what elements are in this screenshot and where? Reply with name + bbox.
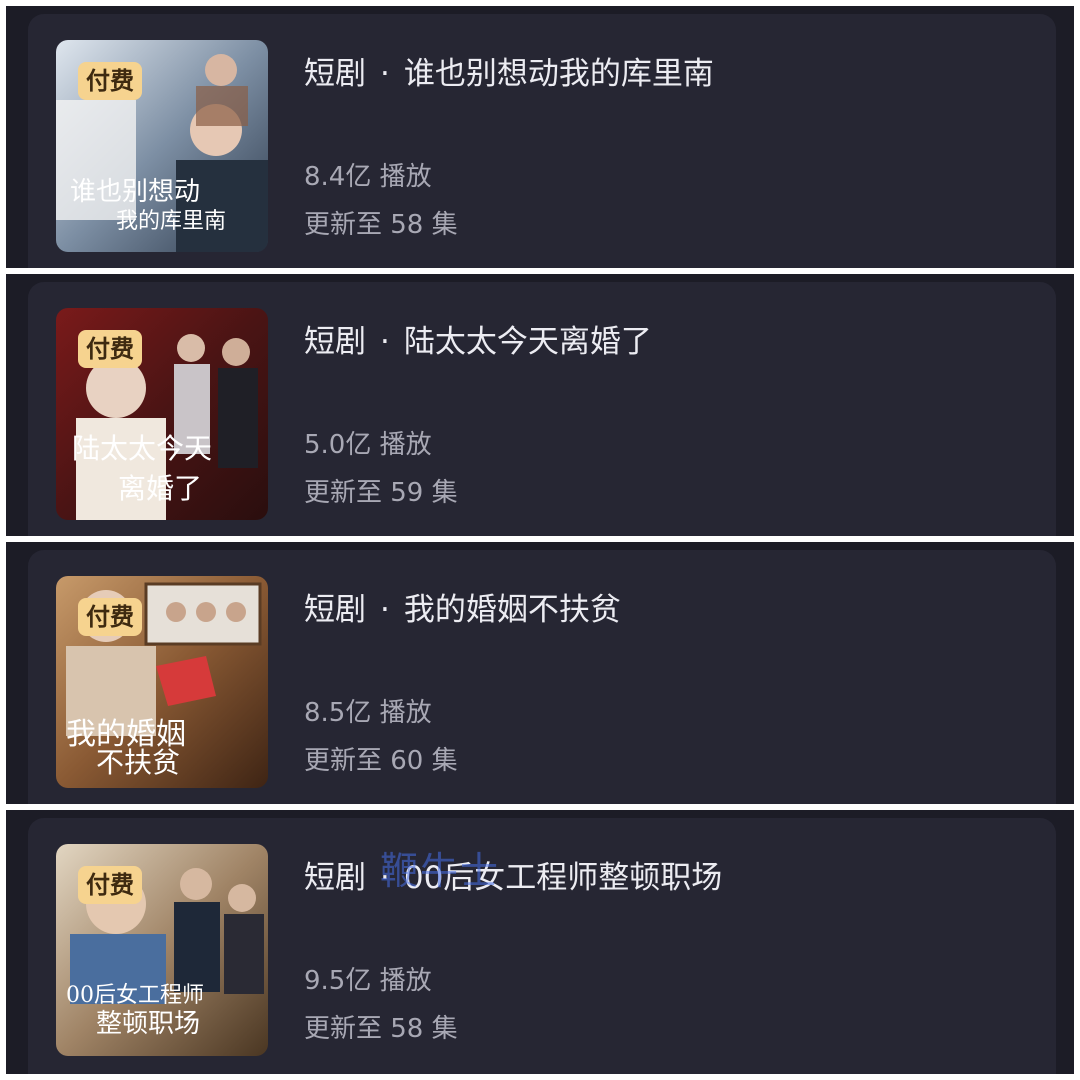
episode-count: 更新至 60 集	[304, 746, 458, 776]
episode-count: 更新至 58 集	[304, 210, 458, 240]
separator-dot: ·	[380, 56, 390, 92]
category-label: 短剧	[304, 56, 366, 92]
drama-poster-1[interactable]: 谁也别想动 我的库里南 付费	[56, 40, 268, 252]
episode-count: 更新至 59 集	[304, 478, 458, 508]
separator-dot: ·	[380, 324, 390, 360]
poster-title-line2: 不扶贫	[96, 746, 180, 779]
drama-panel-4: 00后女工程师 整顿职场 付费 短剧 · 00后女工程师整顿职场 9.5亿 播放 更…	[6, 810, 1074, 1074]
play-count: 8.5亿 播放	[304, 698, 432, 728]
poster-title-line2: 整顿职场	[96, 1009, 200, 1039]
episode-count: 更新至 58 集	[304, 1014, 458, 1044]
drama-panel-2: 陆太太今天 离婚了 付费 短剧 · 陆太太今天离婚了 5.0亿 播放 更新至 59 …	[6, 274, 1074, 536]
poster-title-line1: 00后女工程师	[66, 983, 204, 1008]
paid-badge: 付费	[78, 330, 142, 368]
title-text: 陆太太今天离婚了	[403, 324, 652, 360]
paid-badge: 付费	[78, 598, 142, 636]
poster-title-line1: 陆太太今天	[72, 432, 212, 465]
drama-card-3[interactable]: 我的婚姻 不扶贫 付费 短剧 · 我的婚姻不扶贫 8.5亿 播放 更新至 60 集	[28, 550, 1056, 804]
drama-panel-3: 我的婚姻 不扶贫 付费 短剧 · 我的婚姻不扶贫 8.5亿 播放 更新至 60 集	[6, 542, 1074, 804]
drama-title-4[interactable]: 短剧 · 00后女工程师整顿职场	[304, 852, 1046, 897]
drama-poster-3[interactable]: 我的婚姻 不扶贫 付费	[56, 576, 268, 788]
drama-title-1[interactable]: 短剧 · 谁也别想动我的库里南	[304, 48, 1046, 93]
poster-title-line2: 我的库里南	[116, 209, 226, 234]
play-count: 9.5亿 播放	[304, 966, 432, 996]
category-label: 短剧	[304, 860, 366, 896]
category-label: 短剧	[304, 592, 366, 628]
drama-panel-1: 谁也别想动 我的库里南 付费 短剧 · 谁也别想动我的库里南 8.4亿 播放 更新至…	[6, 6, 1074, 268]
drama-title-3[interactable]: 短剧 · 我的婚姻不扶贫	[304, 584, 1046, 629]
paid-badge: 付费	[78, 62, 142, 100]
drama-poster-4[interactable]: 00后女工程师 整顿职场 付费	[56, 844, 268, 1056]
play-count: 8.4亿 播放	[304, 162, 432, 192]
drama-card-2[interactable]: 陆太太今天 离婚了 付费 短剧 · 陆太太今天离婚了 5.0亿 播放 更新至 59 …	[28, 282, 1056, 536]
separator-dot: ·	[380, 860, 390, 896]
title-text: 00后女工程师整顿职场	[403, 860, 723, 896]
drama-title-2[interactable]: 短剧 · 陆太太今天离婚了	[304, 316, 1046, 361]
drama-card-1[interactable]: 谁也别想动 我的库里南 付费 短剧 · 谁也别想动我的库里南 8.4亿 播放 更新至…	[28, 14, 1056, 268]
poster-title-line1: 谁也别想动	[70, 177, 200, 207]
separator-dot: ·	[380, 592, 390, 628]
category-label: 短剧	[304, 324, 366, 360]
paid-badge: 付费	[78, 866, 142, 904]
title-text: 我的婚姻不扶贫	[403, 592, 621, 628]
title-text: 谁也别想动我的库里南	[403, 56, 714, 92]
drama-card-4[interactable]: 00后女工程师 整顿职场 付费 短剧 · 00后女工程师整顿职场 9.5亿 播放 更…	[28, 818, 1056, 1074]
drama-poster-2[interactable]: 陆太太今天 离婚了 付费	[56, 308, 268, 520]
play-count: 5.0亿 播放	[304, 430, 432, 460]
poster-title-line2: 离婚了	[118, 472, 202, 505]
